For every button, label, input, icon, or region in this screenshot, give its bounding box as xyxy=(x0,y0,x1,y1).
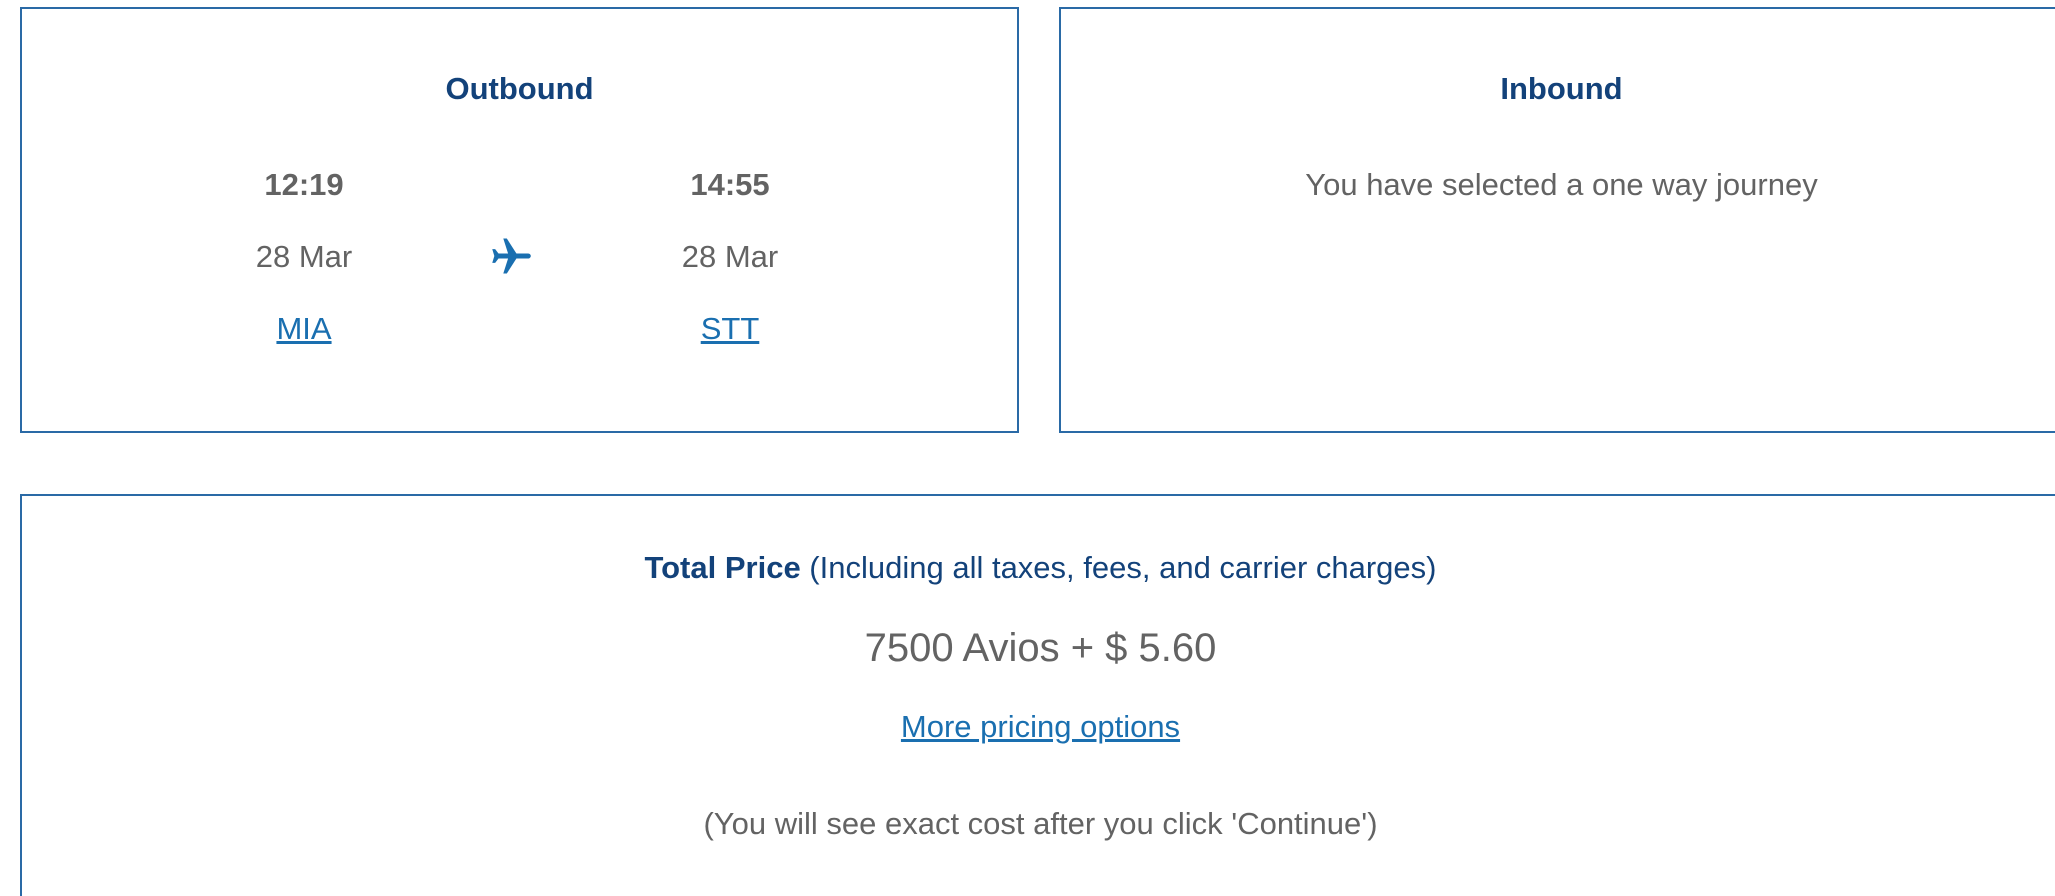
outbound-panel: Outbound 12:19 28 Mar MIA 14:55 28 Mar S… xyxy=(20,7,1019,433)
arrival-date: 28 Mar xyxy=(681,239,779,274)
arrival-time: 14:55 xyxy=(690,167,770,202)
more-pricing-options-link[interactable]: More pricing options xyxy=(901,709,1180,744)
inbound-title: Inbound xyxy=(1500,71,1623,106)
total-price-note: (Including all taxes, fees, and carrier … xyxy=(800,550,1437,585)
arrival-airport-link[interactable]: STT xyxy=(630,311,830,347)
exact-cost-note: (You will see exact cost after you click… xyxy=(703,806,1378,841)
total-price-panel: Total Price (Including all taxes, fees, … xyxy=(20,494,2055,896)
total-price-heading: Total Price (Including all taxes, fees, … xyxy=(22,550,2055,586)
more-pricing-container: More pricing options xyxy=(22,709,2055,745)
total-price-label: Total Price xyxy=(644,550,801,585)
flight-summary-page: Outbound 12:19 28 Mar MIA 14:55 28 Mar S… xyxy=(0,0,2055,896)
departure-airport-link[interactable]: MIA xyxy=(204,311,404,347)
total-price-value: 7500 Avios + $ 5.60 xyxy=(864,626,1217,670)
outbound-title: Outbound xyxy=(445,71,594,106)
departure-date: 28 Mar xyxy=(255,239,353,274)
departure-time: 12:19 xyxy=(264,167,344,202)
airplane-icon xyxy=(492,238,531,274)
one-way-message: You have selected a one way journey xyxy=(1305,167,1818,202)
inbound-panel: Inbound You have selected a one way jour… xyxy=(1059,7,2055,433)
